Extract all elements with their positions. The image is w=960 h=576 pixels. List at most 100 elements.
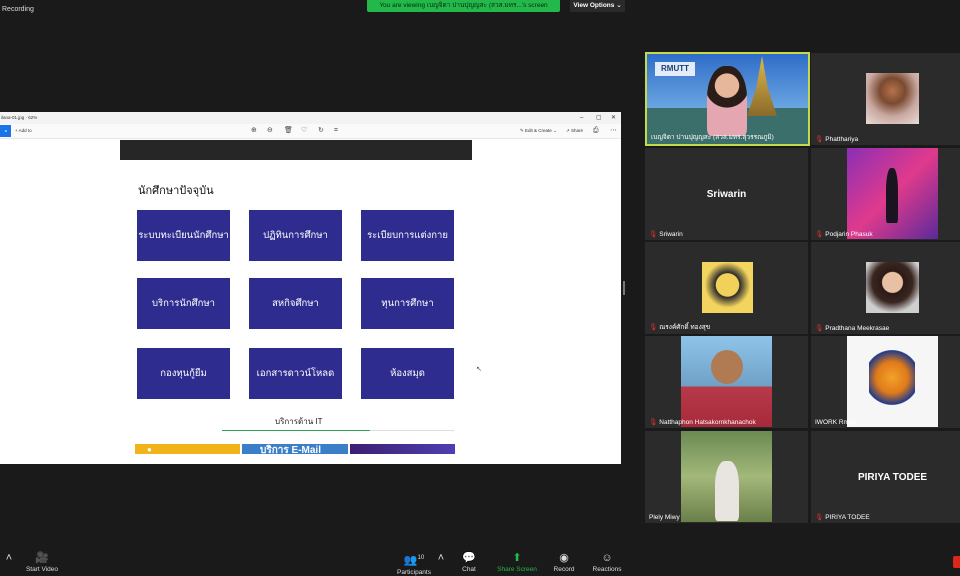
participant-photo [866,262,919,313]
banner-email-text: บริการ E-Mail [260,445,321,454]
maximize-icon[interactable]: ▢ [596,112,602,124]
participants-icon: 👥10 [403,554,425,567]
person-silhouette [715,461,739,521]
zoom-out-icon[interactable]: ⊖ [267,124,273,138]
participant-display-name: PIRIYA TODEE [857,471,928,483]
participant-name: เบญจิดา ปานปุญญสะ (สวส.มทร.สุวรรณภูมิ) [651,134,774,141]
tile-library[interactable]: ห้องสมุด [361,348,454,399]
section-label-it: บริการด้าน IT [275,417,323,426]
muted-mic-icon: 🎙 [815,325,824,332]
rotate-icon[interactable]: ↻ [318,124,324,138]
participants-button[interactable]: 👥10 Participants [394,546,434,576]
more-icon[interactable]: ⋯ [610,124,617,138]
tile-student-registration[interactable]: ระบบทะเบียนนักศึกษา [137,210,230,261]
participant-name: Pradthana Meekrasae [825,325,890,332]
section-underline [222,430,370,431]
speaker-person [707,66,747,136]
tile-dress-code[interactable]: ระเบียบการแต่งกาย [361,210,454,261]
add-to-label: Add to [18,128,32,133]
muted-mic-icon: 🎙 [815,136,824,143]
section-divider [370,430,454,431]
share-label: Share [571,128,584,133]
muted-mic-icon: 🎙 [815,231,824,238]
video-off-icon: 🎥 [35,552,49,564]
recording-indicator: Recording [2,6,34,13]
photos-toolbar: ◂ + Add to ⊕ ⊖ 🗑 ♡ ↻ ⌗ ✎ Edit & Create ⌄… [0,124,621,139]
zoom-in-icon[interactable]: ⊕ [251,124,257,138]
favorite-icon[interactable]: ♡ [301,124,307,138]
see-all-button[interactable]: ◂ [0,125,11,137]
edit-create-label: Edit & Create [525,128,552,133]
start-video-button[interactable]: 🎥 Start Video [22,546,62,573]
edit-create-button[interactable]: ✎ Edit & Create ⌄ [520,124,557,138]
participant-name: Podjarin Phasuk [825,231,873,238]
tile-student-loan[interactable]: กองทุนกู้ยืม [137,348,230,399]
video-tile-pradthana[interactable]: 🎙 Pradthana Meekrasae [811,242,960,334]
share-screen-button[interactable]: ⬆ Share Screen [495,546,539,573]
print-icon[interactable]: ⎙ [593,124,599,138]
chat-icon: 💬 [462,552,476,564]
video-tile-phatthariya[interactable]: 🎙 Phatthariya [811,53,960,145]
minimize-icon[interactable]: – [580,112,583,124]
participant-name: ณรงค์ศักดิ์ ทองสุข [659,324,711,331]
share-icon: ↗ [566,128,570,133]
video-tile-active-speaker[interactable]: RMUTT เบญจิดา ปานปุญญสะ (สวส.มทร.สุวรรณภ… [645,52,810,146]
chat-label: Chat [462,566,476,573]
photos-titlebar: ilana-01.jpg · 62% – ▢ ✕ [0,112,621,124]
video-tile-narongsak[interactable]: 🎙 ณรงค์ศักดิ์ ทองสุข [645,242,808,334]
participants-label: Participants [397,568,431,576]
it-banner-1[interactable]: ● [135,444,240,454]
view-options-button[interactable]: View Options ⌄ [570,0,625,12]
record-button[interactable]: ◉ Record [550,546,578,573]
view-options-label: View Options [573,2,615,9]
delete-icon[interactable]: 🗑 [284,124,293,138]
tile-cooperative-education[interactable]: สหกิจศึกษา [249,278,342,329]
tile-academic-calendar[interactable]: ปฏิทินการศึกษา [249,210,342,261]
video-tile-podjarin[interactable]: 🎙 Podjarin Phasuk [811,148,960,240]
chevron-up-icon: ˄ [5,552,13,564]
tile-downloads[interactable]: เอกสารดาวน์โหลด [249,348,342,399]
reactions-button[interactable]: ☺ Reactions [590,546,624,573]
tile-scholarships[interactable]: ทุนการศึกษา [361,278,454,329]
splitter-handle[interactable] [623,281,625,295]
cartoon-avatar [702,262,753,313]
person-silhouette [886,168,898,223]
crop-icon[interactable]: ⌗ [334,124,338,138]
rmutt-logo: RMUTT [655,62,695,76]
it-banner-3[interactable] [350,444,455,454]
muted-mic-icon: 🎙 [649,324,658,331]
video-tile-natthaphon[interactable]: 🎙 Natthaphon Hatsakornkhanachok [645,336,808,428]
chat-button[interactable]: 💬 Chat [455,546,483,573]
participant-name: Plely Miwy [649,514,680,521]
muted-mic-icon: 🎙 [649,231,658,238]
video-tile-plely[interactable]: Plely Miwy [645,431,808,523]
leave-button[interactable] [953,556,960,568]
participants-options-chevron[interactable]: ˄ [437,546,445,566]
record-label: Record [553,566,575,573]
chevron-up-icon: ˄ [437,552,445,564]
chevron-down-icon: ⌄ [616,2,622,9]
plus-icon: + [15,128,18,133]
tile-student-services[interactable]: บริการนักศึกษา [137,278,230,329]
shared-screen: ilana-01.jpg · 62% – ▢ ✕ ◂ + Add to ⊕ ⊖ … [0,112,621,464]
participant-display-name: Sriwarin [706,188,747,200]
participants-count: 10 [417,555,425,561]
share-screen-icon: ⬆ [512,552,522,564]
close-icon[interactable]: ✕ [611,112,616,124]
video-tile-iwork[interactable]: IWORK Rmutt [811,336,960,428]
participant-name: Phatthariya [825,136,859,143]
meeting-controls: ˄ 🎥 Start Video 👥10 Participants ˄ 💬 Chat ⬆… [0,546,960,576]
banner-icon: ● [147,445,152,454]
share-screen-label: Share Screen [497,566,537,573]
start-video-label: Start Video [25,566,59,573]
share-button[interactable]: ↗ Share [566,124,583,138]
chevron-down-icon: ⌄ [553,128,557,133]
video-tile-sriwarin[interactable]: Sriwarin 🎙 Sriwarin [645,148,808,240]
university-seal [869,346,915,416]
participant-name: Sriwarin [659,231,683,238]
video-tile-piriya[interactable]: PIRIYA TODEE 🎙 PIRIYA TODEE [811,431,960,523]
it-banner-email[interactable]: บริการ E-Mail [242,444,348,454]
person-face [711,350,743,384]
audio-options-chevron[interactable]: ˄ [4,546,14,566]
add-to-button[interactable]: + Add to [15,124,32,138]
